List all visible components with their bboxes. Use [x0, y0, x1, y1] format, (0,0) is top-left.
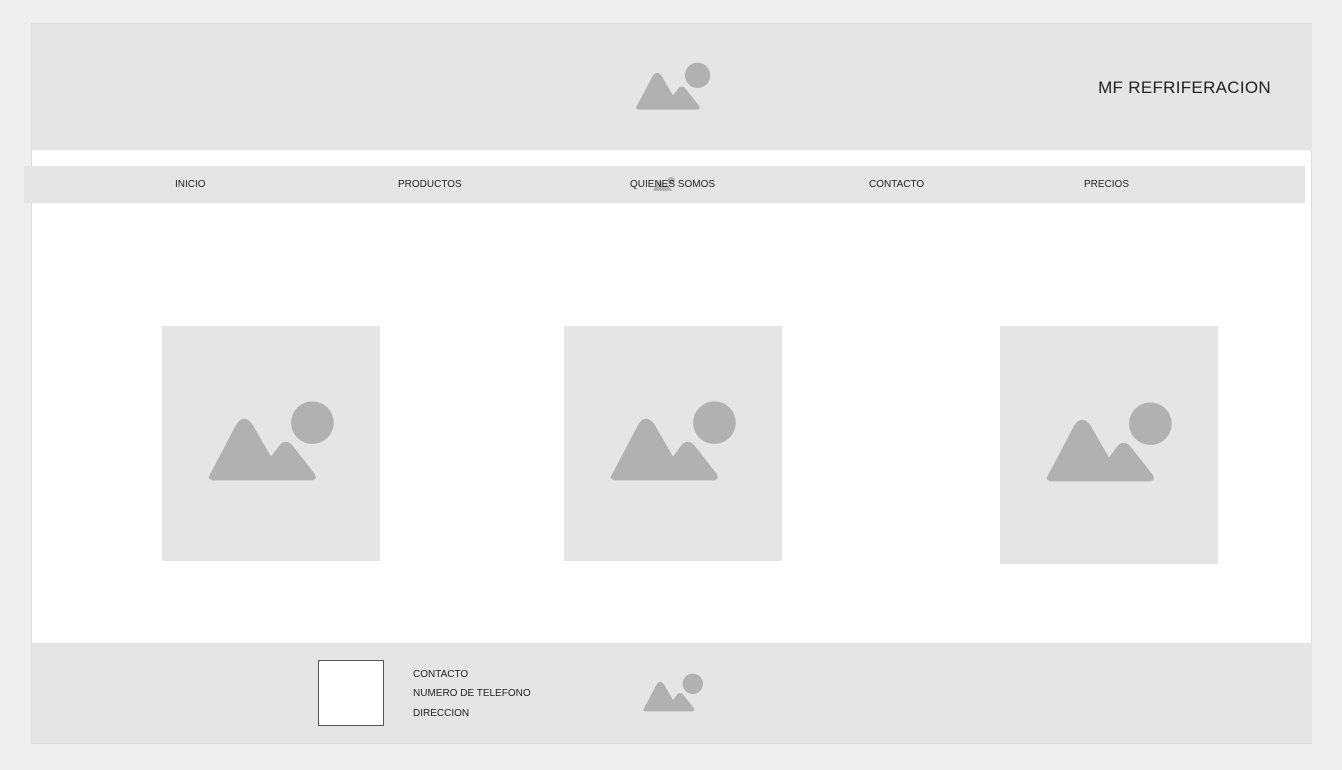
footer-address-label: DIRECCION	[413, 708, 470, 719]
product-image-1	[162, 326, 380, 561]
footer-image-placeholder-icon	[643, 673, 703, 712]
footer-contact-label: CONTACTO	[413, 669, 469, 680]
header-logo-icon	[635, 62, 711, 110]
product-image-3	[1000, 326, 1218, 564]
nav-bar: INICIO PRODUCTOS QUIENES SOMOS CONTACTO …	[24, 166, 1305, 203]
product-image-2	[564, 326, 782, 561]
footer-logo-box	[318, 660, 384, 726]
nav-item-quienes-somos[interactable]: QUIENES SOMOS	[630, 179, 715, 190]
header: MF REFRIFERACION	[32, 24, 1312, 150]
image-placeholder-icon	[610, 401, 736, 481]
nav-item-contacto[interactable]: CONTACTO	[869, 179, 924, 190]
nav-item-precios[interactable]: PRECIOS	[1084, 179, 1129, 190]
nav-item-productos[interactable]: PRODUCTOS	[398, 179, 462, 190]
nav-item-inicio[interactable]: INICIO	[175, 179, 206, 190]
image-placeholder-icon	[208, 401, 334, 481]
footer-phone-label: NUMERO DE TELEFONO	[413, 688, 531, 699]
image-placeholder-icon	[1046, 402, 1172, 482]
site-title: MF REFRIFERACION	[1098, 78, 1271, 97]
